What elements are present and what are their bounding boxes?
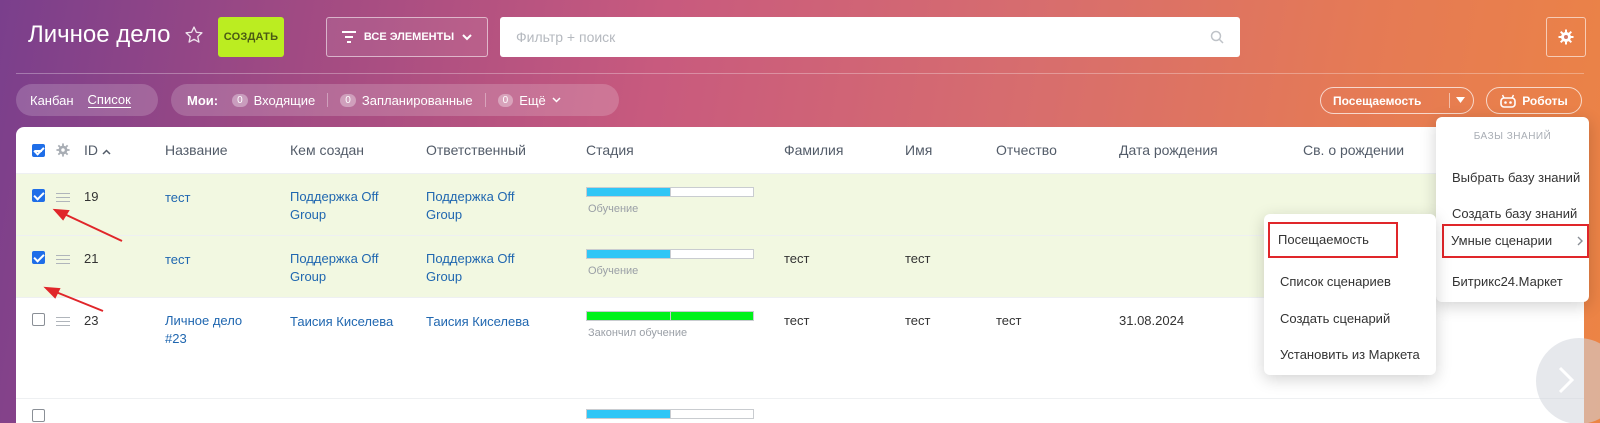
counter-badge: 0: [497, 93, 514, 107]
header-divider: [16, 73, 1584, 74]
column-header-surname[interactable]: Фамилия: [784, 142, 843, 158]
cell-surname: тест: [784, 251, 810, 266]
button-splitter: [1449, 93, 1450, 108]
cell-id: 23: [84, 313, 99, 328]
column-header-responsible[interactable]: Ответственный: [426, 142, 526, 158]
cell-id: 19: [84, 189, 99, 204]
counter-label: Входящие: [253, 92, 316, 108]
search-input[interactable]: [516, 29, 1210, 45]
view-kanban[interactable]: Канбан: [30, 93, 74, 108]
filter-icon: [341, 31, 356, 43]
scenario-submenu: Посещаемость Список сценариев Создать сц…: [1264, 214, 1436, 375]
cell-responsible-link[interactable]: Таисия Киселева: [426, 313, 529, 331]
column-settings-icon[interactable]: [56, 143, 70, 157]
robots-button[interactable]: Роботы: [1486, 87, 1582, 114]
chevron-right-icon: [1558, 366, 1574, 394]
gear-icon: [1558, 29, 1574, 45]
search-box[interactable]: [500, 17, 1240, 57]
knowledge-base-menu: БАЗЫ ЗНАНИЙ Выбрать базу знаний Создать …: [1436, 117, 1589, 302]
cell-first-name: тест: [905, 251, 931, 266]
stage-label: Обучение: [588, 203, 639, 215]
cell-first-name: тест: [905, 313, 931, 328]
mine-label: Мои:: [187, 92, 219, 108]
caret-down-icon[interactable]: [1456, 97, 1465, 103]
column-header-name[interactable]: Название: [165, 142, 228, 158]
counter-badge: 0: [232, 93, 248, 107]
grid-header: ID Название Кем создан Ответственный Ста…: [16, 127, 1584, 174]
all-items-button[interactable]: ВСЕ ЭЛЕМЕНТЫ: [326, 17, 488, 57]
counter-label: Ещё: [519, 92, 546, 108]
visit-label: Посещаемость: [1333, 93, 1422, 108]
column-header-stage[interactable]: Стадия: [586, 142, 634, 158]
column-header-birth-date[interactable]: Дата рождения: [1119, 142, 1218, 158]
chevron-down-icon: [462, 33, 472, 40]
menu-item-smart-scenarios[interactable]: Умные сценарии: [1442, 224, 1589, 258]
counters-panel: Мои: 0 Входящие 0 Запланированные 0 Ещё: [171, 84, 619, 116]
select-all-checkbox[interactable]: [32, 144, 45, 157]
cell-responsible-link[interactable]: Поддержка Off Group: [426, 188, 515, 224]
drag-handle-icon[interactable]: [56, 317, 70, 326]
chevron-right-icon: [1577, 236, 1583, 246]
row-checkbox[interactable]: [32, 189, 45, 202]
cell-responsible-link[interactable]: Поддержка Off Group: [426, 250, 515, 286]
table-row[interactable]: [16, 399, 1584, 423]
cell-name-link[interactable]: тест: [165, 251, 191, 269]
cell-created-by-link[interactable]: Таисия Киселева: [290, 313, 393, 331]
stage-progress-bar[interactable]: [586, 249, 754, 259]
counter-badge: 0: [340, 93, 356, 107]
cell-name-link[interactable]: Личное дело #23: [165, 312, 242, 348]
column-header-first-name[interactable]: Имя: [905, 142, 932, 158]
cell-birth-date: 31.08.2024: [1119, 313, 1185, 328]
stage-progress-bar[interactable]: [586, 187, 754, 197]
counter-label: Запланированные: [361, 92, 473, 108]
counter-incoming[interactable]: 0 Входящие: [232, 93, 315, 108]
all-items-label: ВСЕ ЭЛЕМЕНТЫ: [363, 31, 455, 43]
cell-created-by-link[interactable]: Поддержка Off Group: [290, 250, 379, 286]
column-header-patronymic[interactable]: Отчество: [996, 142, 1057, 158]
view-list[interactable]: Список: [87, 92, 131, 108]
counter-more[interactable]: 0 Ещё: [497, 92, 561, 108]
view-switcher: Канбан Список: [16, 84, 158, 116]
chevron-down-icon: [552, 97, 561, 103]
cell-id: 21: [84, 251, 99, 266]
menu-item-market[interactable]: Битрикс24.Маркет: [1436, 265, 1589, 299]
row-checkbox[interactable]: [32, 313, 45, 326]
menu-item-install-market[interactable]: Установить из Маркета: [1264, 338, 1436, 372]
search-icon[interactable]: [1210, 30, 1224, 44]
counter-separator: [484, 93, 486, 107]
column-header-created-by[interactable]: Кем создан: [290, 142, 364, 158]
visit-scenario-button[interactable]: Посещаемость: [1320, 87, 1474, 114]
robots-label: Роботы: [1522, 93, 1568, 108]
page-title: Личное дело: [28, 21, 171, 48]
sort-asc-icon: [102, 149, 111, 155]
cell-patronymic: тест: [996, 313, 1022, 328]
counter-separator: [327, 93, 329, 107]
stage-progress-bar[interactable]: [586, 409, 754, 419]
row-checkbox[interactable]: [32, 251, 45, 264]
menu-item-visit[interactable]: Посещаемость: [1268, 222, 1398, 258]
drag-handle-icon[interactable]: [56, 255, 70, 264]
cell-name-link[interactable]: тест: [165, 189, 191, 207]
menu-item-choose-kb[interactable]: Выбрать базу знаний: [1436, 161, 1589, 195]
stage-label: Обучение: [588, 265, 639, 277]
drag-handle-icon[interactable]: [56, 193, 70, 202]
create-button[interactable]: СОЗДАТЬ: [218, 17, 284, 57]
row-checkbox[interactable]: [32, 409, 45, 422]
menu-item-scenario-list[interactable]: Список сценариев: [1264, 265, 1436, 299]
menu-section-title: БАЗЫ ЗНАНИЙ: [1473, 131, 1552, 142]
column-header-birth-cert[interactable]: Св. о рождении: [1303, 142, 1404, 158]
counter-planned[interactable]: 0 Запланированные: [340, 92, 473, 108]
settings-button[interactable]: [1546, 17, 1586, 57]
stage-label: Закончил обучение: [588, 327, 688, 339]
cell-surname: тест: [784, 313, 810, 328]
cell-created-by-link[interactable]: Поддержка Off Group: [290, 188, 379, 224]
menu-item-create-scenario[interactable]: Создать сценарий: [1264, 302, 1436, 336]
stage-progress-bar[interactable]: [586, 311, 754, 321]
robot-icon: [1500, 94, 1516, 108]
column-header-id[interactable]: ID: [84, 142, 111, 158]
star-icon[interactable]: [184, 25, 204, 45]
